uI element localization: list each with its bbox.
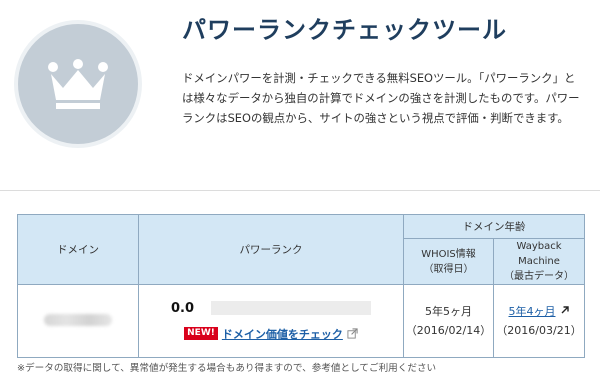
page-title: パワーランクチェックツール — [182, 16, 507, 44]
new-badge: NEW! — [184, 327, 218, 340]
header-whois-label: WHOIS情報 — [421, 248, 476, 260]
header-domain: ドメイン — [17, 214, 139, 285]
crown-icon — [48, 59, 108, 109]
wayback-age-link[interactable]: 5年4ヶ月 — [509, 305, 556, 318]
header-whois-sub: （取得日） — [423, 263, 474, 275]
header-wayback-sub: （最古データ） — [504, 271, 574, 282]
external-link-icon[interactable] — [347, 328, 358, 339]
header-domain-age: ドメイン年齢 — [403, 214, 585, 239]
table-row: 0.0 NEW! ドメイン価値をチェック 5年5ヶ月 （2016/02/14） … — [17, 284, 585, 358]
wayback-date: （2016/03/21） — [496, 324, 582, 337]
tool-header: パワーランクチェックツール ドメインパワーを計測・チェックできる無料SEOツール… — [0, 0, 600, 190]
power-rank-bar — [211, 301, 371, 315]
header-power-rank: パワーランク — [138, 214, 404, 285]
disclaimer-note: ※データの取得に関して、異常値が発生する場合もあり得ますので、参考値としてご利用… — [17, 363, 437, 374]
tool-description: ドメインパワーを計測・チェックできる無料SEOツール。「パワーランク」とは様々な… — [182, 71, 580, 125]
arrow-up-right-icon[interactable] — [560, 305, 570, 315]
header-wayback-label: Wayback Machine — [516, 241, 562, 267]
domain-name-blurred — [44, 313, 112, 326]
power-rank-cell: 0.0 NEW! ドメイン価値をチェック — [138, 284, 404, 358]
header-whois: WHOIS情報 （取得日） — [403, 238, 494, 285]
power-rank-score: 0.0 — [171, 300, 195, 316]
section-divider — [0, 190, 600, 191]
domain-value-check-link[interactable]: ドメイン価値をチェック — [222, 326, 343, 342]
domain-cell — [17, 284, 139, 358]
result-table: ドメイン パワーランク ドメイン年齢 WHOIS情報 （取得日） Wayback… — [17, 214, 585, 358]
wayback-age-cell: 5年4ヶ月 （2016/03/21） — [493, 284, 585, 358]
whois-date: （2016/02/14） — [405, 324, 492, 337]
header-wayback: Wayback Machine （最古データ） — [493, 238, 585, 285]
whois-age: 5年5ヶ月 — [425, 305, 472, 318]
whois-age-cell: 5年5ヶ月 （2016/02/14） — [403, 284, 494, 358]
avatar — [14, 20, 142, 148]
